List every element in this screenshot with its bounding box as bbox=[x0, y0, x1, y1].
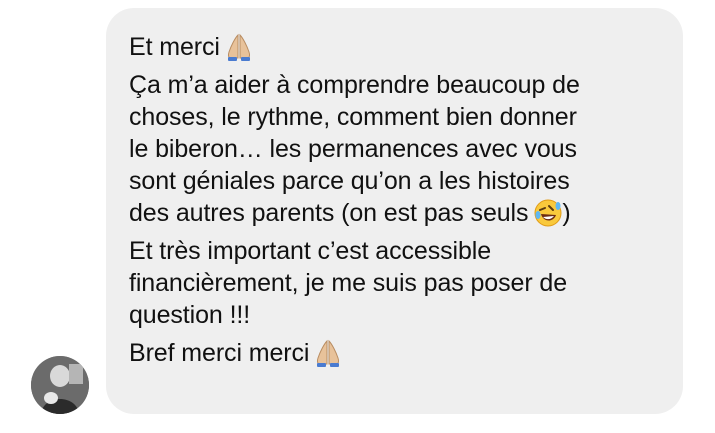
message-text: Et très important c’est accessible bbox=[129, 237, 492, 265]
avatar[interactable] bbox=[31, 356, 89, 414]
message-text: Et merci bbox=[129, 33, 220, 61]
message-line: sont géniales parce qu’on a les histoire… bbox=[129, 165, 665, 197]
message-line: Ça m’a aider à comprendre beaucoup de bbox=[129, 69, 665, 101]
message-line: le biberon… les permanences avec vous bbox=[129, 133, 665, 165]
message-text: choses, le rythme, comment bien donner bbox=[129, 103, 577, 131]
message-bubble[interactable]: Et merci Ça m’a aider à comprendre beauc… bbox=[106, 8, 683, 414]
avatar-photo bbox=[31, 356, 89, 414]
message-text-suffix: ) bbox=[562, 199, 571, 227]
message-line: choses, le rythme, comment bien donner bbox=[129, 101, 665, 133]
message-line: financièrement, je me suis pas poser de bbox=[129, 267, 665, 299]
message-paragraph: Et très important c’est accessible finan… bbox=[129, 235, 665, 331]
message-line: Et très important c’est accessible bbox=[129, 235, 665, 267]
message-text: question !!! bbox=[129, 301, 251, 329]
message-text: financièrement, je me suis pas poser de bbox=[129, 269, 567, 297]
message-text: Bref merci merci bbox=[129, 339, 310, 367]
message-text: Ça m’a aider à comprendre beaucoup de bbox=[129, 71, 580, 99]
message-paragraph: Ça m’a aider à comprendre beaucoup de ch… bbox=[129, 69, 665, 229]
message-text: le biberon… les permanences avec vous bbox=[129, 135, 577, 163]
message-line: question !!! bbox=[129, 299, 665, 331]
message-line: Et merci bbox=[129, 31, 665, 63]
rolling-laughing-icon bbox=[534, 199, 562, 227]
message-line: Bref merci merci bbox=[129, 337, 665, 369]
message-text: sont géniales parce qu’on a les histoire… bbox=[129, 167, 570, 195]
folded-hands-icon bbox=[226, 33, 252, 61]
message-text: des autres parents (on est pas seuls bbox=[129, 199, 529, 227]
message-line: des autres parents (on est pas seuls ) bbox=[129, 197, 665, 229]
message-paragraph: Bref merci merci bbox=[129, 337, 665, 369]
folded-hands-icon bbox=[315, 339, 341, 367]
message-paragraph: Et merci bbox=[129, 31, 665, 63]
